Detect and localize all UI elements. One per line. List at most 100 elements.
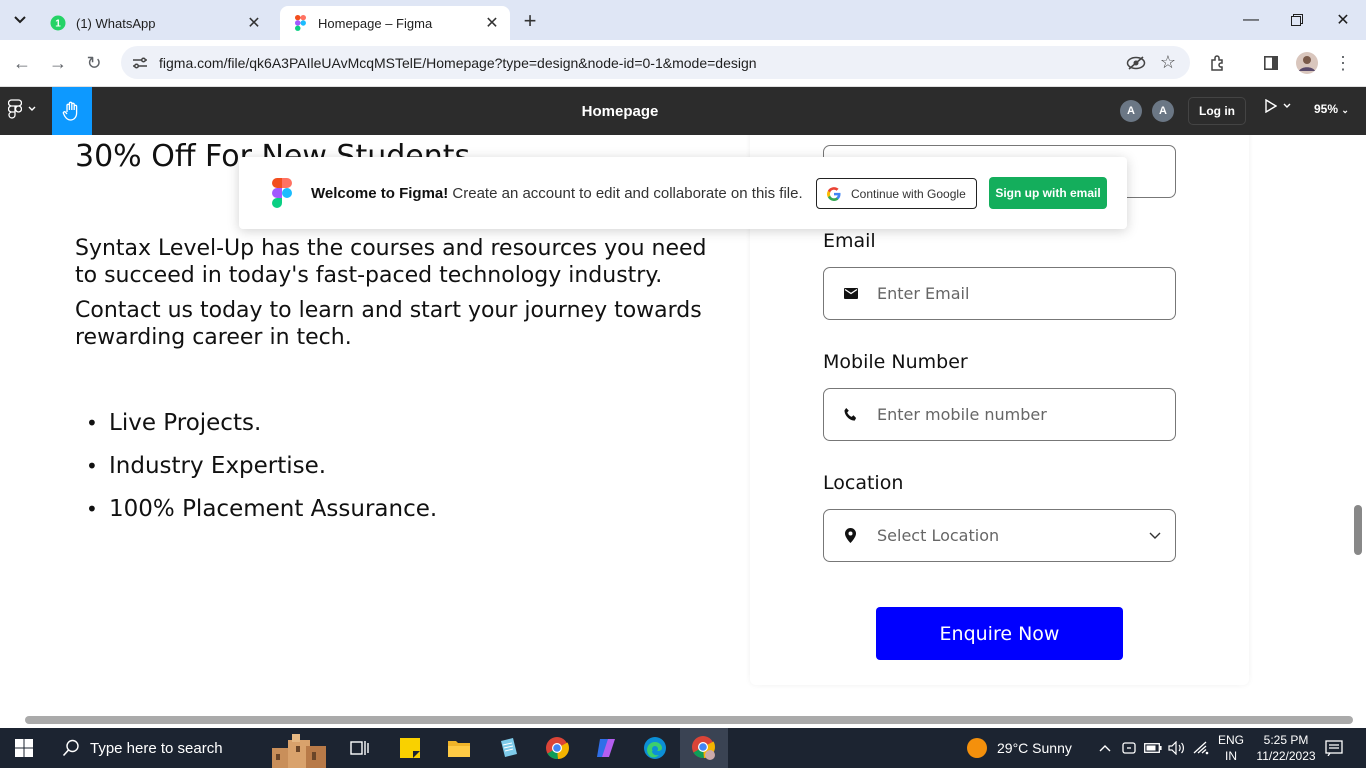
vertical-scrollbar[interactable] <box>1354 505 1362 555</box>
extensions-button[interactable] <box>1203 48 1233 78</box>
back-button[interactable]: ← <box>7 48 37 78</box>
side-panel-icon <box>1264 56 1278 70</box>
device-icon <box>1122 742 1136 754</box>
tab-whatsapp[interactable]: 1 (1) WhatsApp ✕ <box>38 6 272 40</box>
horizontal-scrollbar[interactable] <box>25 716 1353 724</box>
new-tab-button[interactable]: + <box>516 7 544 35</box>
mobile-label: Mobile Number <box>823 351 968 373</box>
browser-toolbar: ← → ↻ figma.com/file/qk6A3PAIleUAvMcqMST… <box>0 40 1366 87</box>
weather-text: 29°C Sunny <box>997 740 1072 756</box>
notepad-app[interactable] <box>484 728 532 768</box>
chevron-up-icon <box>1099 745 1111 752</box>
volume-control[interactable] <box>1166 728 1188 768</box>
tab-figma[interactable]: Homepage – Figma ✕ <box>280 6 510 40</box>
welcome-message: Welcome to Figma! Create an account to e… <box>311 184 803 202</box>
chrome-app[interactable] <box>533 728 581 768</box>
feature-list: • Live Projects. • Industry Expertise. • 10… <box>86 401 437 530</box>
task-view-icon <box>350 741 369 755</box>
whatsapp-icon: 1 <box>50 15 66 31</box>
tracking-protection-icon[interactable] <box>1120 46 1152 79</box>
continue-with-google-button[interactable]: Continue with Google <box>816 178 977 209</box>
tab-title: (1) WhatsApp <box>76 15 156 31</box>
close-tab-icon[interactable]: ✕ <box>482 13 502 33</box>
weather-widget[interactable]: 29°C Sunny <box>966 728 1072 768</box>
phone-icon <box>824 407 877 423</box>
language-code: ENG <box>1217 733 1244 747</box>
clock-date: 11/22/2023 <box>1256 749 1316 763</box>
sun-icon <box>967 738 987 758</box>
mobile-field[interactable]: Enter mobile number <box>823 388 1176 441</box>
email-placeholder: Enter Email <box>877 284 970 303</box>
clock-time: 5:25 PM <box>1263 733 1309 747</box>
profile-avatar[interactable] <box>1292 48 1322 78</box>
play-icon <box>1265 99 1277 113</box>
chrome-icon <box>546 737 569 760</box>
figma-toolbar: Homepage A A Log in 95% ⌄ <box>0 87 1366 135</box>
figma-logo-icon <box>253 178 311 208</box>
collaborator-avatar[interactable]: A <box>1152 100 1174 122</box>
sign-up-with-email-button[interactable]: Sign up with email <box>989 177 1107 209</box>
network-indicator[interactable] <box>1190 728 1212 768</box>
speaker-icon <box>1168 741 1184 755</box>
reload-button[interactable]: ↻ <box>79 48 109 78</box>
search-highlight-illustration <box>272 734 326 768</box>
enquire-now-button[interactable]: Enquire Now <box>876 607 1123 660</box>
browser-tab-strip: 1 (1) WhatsApp ✕ Homepage – Figma ✕ + — … <box>0 0 1366 40</box>
windows-logo-icon <box>15 739 33 757</box>
close-tab-icon[interactable]: ✕ <box>244 13 264 33</box>
address-bar[interactable]: figma.com/file/qk6A3PAIleUAvMcqMSTelE/Ho… <box>121 46 1190 79</box>
site-settings-icon[interactable] <box>123 56 157 70</box>
intro-paragraph: Syntax Level-Up has the courses and reso… <box>75 236 707 288</box>
email-label: Email <box>823 230 876 252</box>
location-label: Location <box>823 472 904 494</box>
figma-icon <box>292 15 308 31</box>
show-hidden-icons-button[interactable] <box>1096 728 1114 768</box>
tab-search-button[interactable] <box>6 6 34 34</box>
taskbar-search[interactable]: Type here to search <box>48 728 338 768</box>
region-code: IN <box>1225 749 1237 763</box>
collaborator-avatar[interactable]: A <box>1120 100 1142 122</box>
puzzle-icon <box>1211 55 1223 71</box>
restore-button[interactable] <box>1274 0 1320 40</box>
folder-icon <box>448 741 470 757</box>
login-button[interactable]: Log in <box>1188 97 1246 125</box>
reload-icon: ↻ <box>86 52 102 73</box>
search-placeholder: Type here to search <box>90 739 223 757</box>
task-view-button[interactable] <box>336 728 384 768</box>
start-button[interactable] <box>0 728 48 768</box>
email-field[interactable]: Enter Email <box>823 267 1176 320</box>
welcome-banner: Welcome to Figma! Create an account to e… <box>239 157 1127 229</box>
forward-button[interactable]: → <box>43 48 73 78</box>
copilot-app[interactable] <box>582 728 630 768</box>
meet-now-button[interactable] <box>1118 728 1140 768</box>
notification-icon <box>1325 740 1343 756</box>
present-button[interactable] <box>1265 99 1291 113</box>
minimize-button[interactable]: — <box>1228 0 1274 40</box>
edge-app[interactable] <box>631 728 679 768</box>
battery-indicator[interactable] <box>1142 728 1164 768</box>
url-text: figma.com/file/qk6A3PAIleUAvMcqMSTelE/Ho… <box>159 54 757 71</box>
clock[interactable]: 5:25 PM 11/22/2023 <box>1252 732 1320 764</box>
zoom-menu[interactable]: 95% ⌄ <box>1314 102 1349 116</box>
notification-center-button[interactable] <box>1318 728 1350 768</box>
arrow-right-icon: → <box>49 52 67 73</box>
list-item: • Live Projects. <box>86 409 262 436</box>
location-pin-icon <box>824 528 877 543</box>
location-select[interactable]: Select Location <box>823 509 1176 562</box>
profile-icon <box>1296 52 1318 74</box>
chrome-profile-app[interactable] <box>680 728 728 768</box>
close-window-button[interactable]: ✕ <box>1320 0 1366 40</box>
tab-title: Homepage – Figma <box>318 15 433 31</box>
arrow-left-icon: ← <box>13 52 31 73</box>
restore-icon <box>1291 14 1303 26</box>
file-title[interactable]: Homepage <box>0 87 1240 135</box>
input-language[interactable]: ENG IN <box>1216 732 1246 764</box>
file-explorer-app[interactable] <box>435 728 483 768</box>
bookmark-star-icon[interactable]: ☆ <box>1152 46 1184 79</box>
chevron-down-icon <box>1135 532 1175 540</box>
list-item: • Industry Expertise. <box>86 452 327 479</box>
browser-menu-button[interactable]: ⋮ <box>1328 48 1358 78</box>
taskbar: Type here to search 29°C Sunny ENG IN 5:… <box>0 728 1366 768</box>
side-panel-button[interactable] <box>1256 48 1286 78</box>
sticky-notes-app[interactable] <box>386 728 434 768</box>
